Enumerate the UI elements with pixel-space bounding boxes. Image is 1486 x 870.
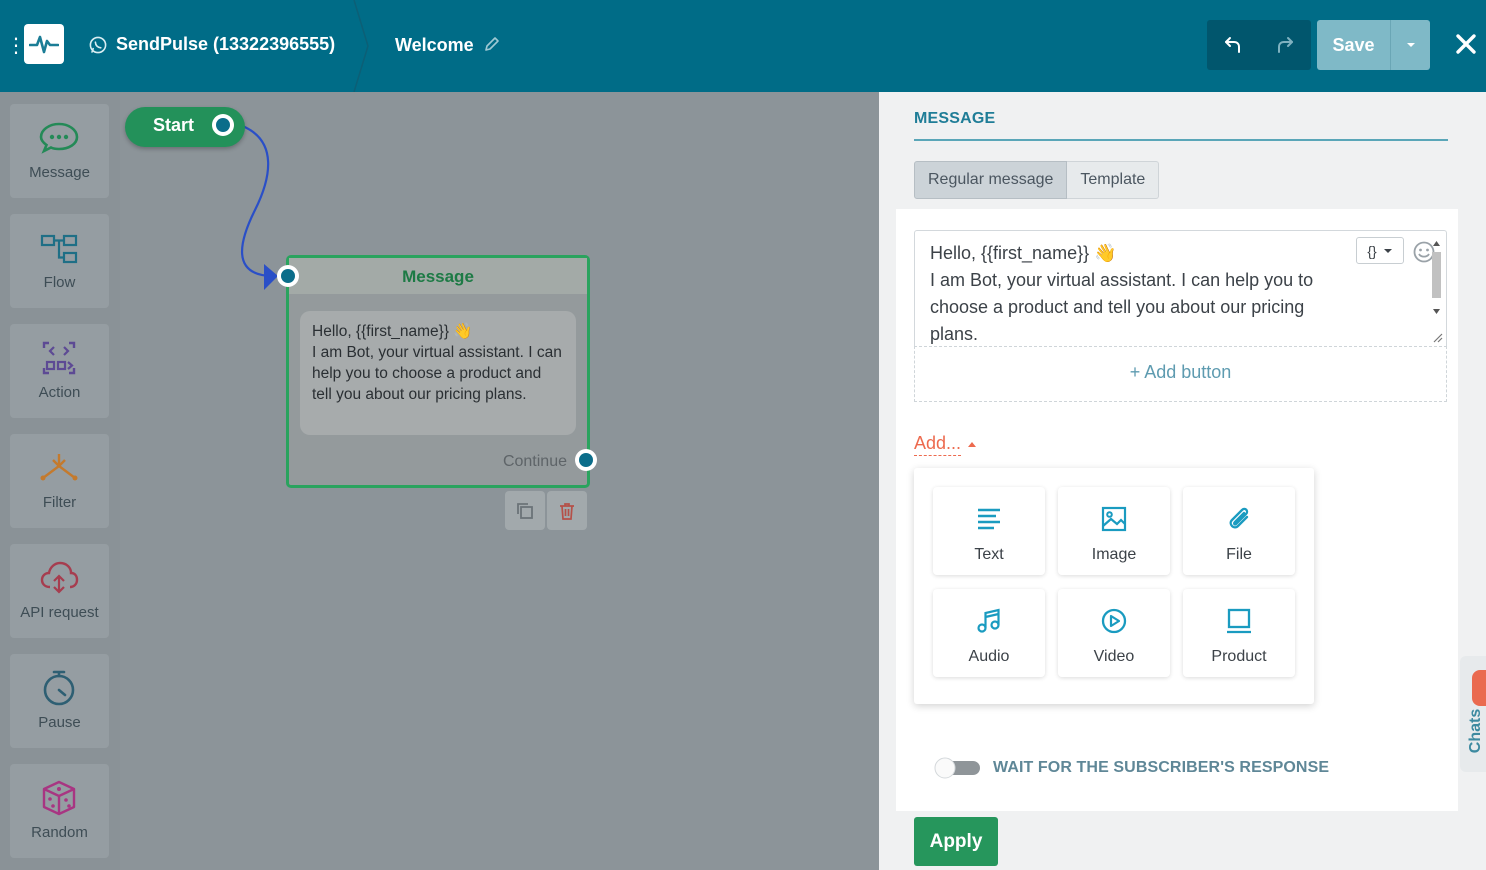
panel-title: MESSAGE xyxy=(914,110,996,127)
caret-up-icon[interactable] xyxy=(966,440,978,448)
sidebar-item-label: Pause xyxy=(38,714,81,731)
top-bar: ⋮ SendPulse (13322396555) Welcome Save xyxy=(0,0,1486,92)
wait-response-label: WAIT FOR THE SUBSCRIBER'S RESPONSE xyxy=(993,759,1330,776)
add-item-label: Product xyxy=(1211,648,1267,665)
add-text-button[interactable]: Text xyxy=(933,487,1045,575)
sidebar-item-filter[interactable]: Filter xyxy=(10,434,109,528)
copy-icon xyxy=(517,502,533,519)
trash-icon xyxy=(560,502,574,520)
add-audio-button[interactable]: Audio xyxy=(933,589,1045,677)
sidebar-item-label: Filter xyxy=(42,494,77,511)
sidebar-item-label: Message xyxy=(29,164,90,181)
sidebar-item-label: API request xyxy=(20,604,99,621)
start-label: Start xyxy=(153,115,195,135)
delete-node-button[interactable] xyxy=(547,491,587,530)
node-actions xyxy=(505,491,587,530)
menu-dots-icon[interactable]: ⋮ xyxy=(6,34,26,58)
add-item-label: Audio xyxy=(968,648,1010,665)
add-image-button[interactable]: Image xyxy=(1058,487,1170,575)
message-text-value[interactable]: Hello, {{first_name}} 👋 I am Bot, your v… xyxy=(930,240,1350,348)
pencil-icon[interactable] xyxy=(482,34,502,54)
insert-variable-button[interactable]: {} xyxy=(1356,237,1404,264)
add-video-button[interactable]: Video xyxy=(1058,589,1170,677)
paperclip-icon xyxy=(1229,507,1249,529)
sidebar-item-flow[interactable]: Flow xyxy=(10,214,109,308)
start-output-port[interactable] xyxy=(212,114,234,136)
filter-icon xyxy=(40,454,78,481)
sidebar-item-pause[interactable]: Pause xyxy=(10,654,109,748)
sidebar-item-label: Flow xyxy=(43,274,76,291)
wait-response-toggle[interactable] xyxy=(934,757,980,779)
message-node-title: Message xyxy=(289,258,587,294)
sidebar-item-api-request[interactable]: API request xyxy=(10,544,109,638)
variable-braces-label: {} xyxy=(1367,242,1377,259)
product-icon xyxy=(1227,608,1251,634)
add-content-menu: Text Image File Audio Video Product xyxy=(914,468,1314,704)
app-logo[interactable] xyxy=(24,24,64,64)
image-icon xyxy=(1101,506,1127,532)
message-bubble-icon xyxy=(39,122,79,154)
editor-scrollbar[interactable] xyxy=(1428,238,1445,344)
chats-label: Chats xyxy=(1467,708,1484,754)
apply-button[interactable]: Apply xyxy=(914,817,998,866)
save-options-button[interactable] xyxy=(1390,20,1430,70)
save-group: Save xyxy=(1317,20,1430,70)
redo-icon xyxy=(1278,37,1293,53)
add-item-label: File xyxy=(1226,546,1252,563)
close-icon xyxy=(1456,34,1476,54)
dice-icon xyxy=(42,780,76,816)
sidebar-item-random[interactable]: Random xyxy=(10,764,109,858)
undo-button[interactable] xyxy=(1207,20,1259,70)
action-icon xyxy=(42,341,76,375)
breadcrumb-separator xyxy=(353,0,369,92)
caret-down-icon xyxy=(1383,248,1392,253)
add-item-label: Text xyxy=(974,546,1004,563)
tab-template[interactable]: Template xyxy=(1067,161,1160,199)
pulse-logo-icon xyxy=(29,35,59,54)
add-button-link[interactable]: + Add button xyxy=(914,346,1447,402)
sidebar-item-label: Action xyxy=(38,384,81,401)
continue-label: Continue xyxy=(502,453,567,470)
close-button[interactable] xyxy=(1450,28,1482,60)
add-file-button[interactable]: File xyxy=(1183,487,1295,575)
sidebar-item-label: Random xyxy=(31,824,88,841)
undo-icon xyxy=(1225,37,1240,53)
timer-icon xyxy=(43,670,75,706)
sidebar-item-action[interactable]: Action xyxy=(10,324,109,418)
add-item-label: Image xyxy=(1091,546,1137,563)
continue-output-port[interactable] xyxy=(575,449,597,471)
play-circle-icon xyxy=(1101,608,1127,634)
add-item-label: Video xyxy=(1093,648,1135,665)
flow-icon xyxy=(40,234,78,264)
flow-name[interactable]: Welcome xyxy=(395,33,474,57)
bot-name[interactable]: SendPulse (13322396555) xyxy=(116,32,335,56)
redo-button[interactable] xyxy=(1259,20,1311,70)
tab-regular-message[interactable]: Regular message xyxy=(914,161,1068,199)
add-content-toggle[interactable]: Add... xyxy=(914,431,962,456)
message-node[interactable]: Message Hello, {{first_name}} 👋 I am Bot… xyxy=(286,255,590,488)
duplicate-node-button[interactable] xyxy=(505,491,545,530)
save-button[interactable]: Save xyxy=(1317,20,1390,70)
message-type-tabs: Regular message Template xyxy=(914,161,1160,199)
caret-down-icon xyxy=(1406,43,1415,47)
text-lines-icon xyxy=(978,508,1000,530)
message-node-bubble: Hello, {{first_name}} 👋 I am Bot, your v… xyxy=(300,311,576,435)
cloud-api-icon xyxy=(40,561,79,594)
panel-title-divider xyxy=(914,139,1448,141)
history-controls xyxy=(1207,20,1311,70)
whatsapp-icon xyxy=(89,36,107,54)
message-input-port[interactable] xyxy=(277,265,299,287)
sidebar-item-message[interactable]: Message xyxy=(10,104,109,198)
music-note-icon xyxy=(977,608,1000,633)
add-product-button[interactable]: Product xyxy=(1183,589,1295,677)
